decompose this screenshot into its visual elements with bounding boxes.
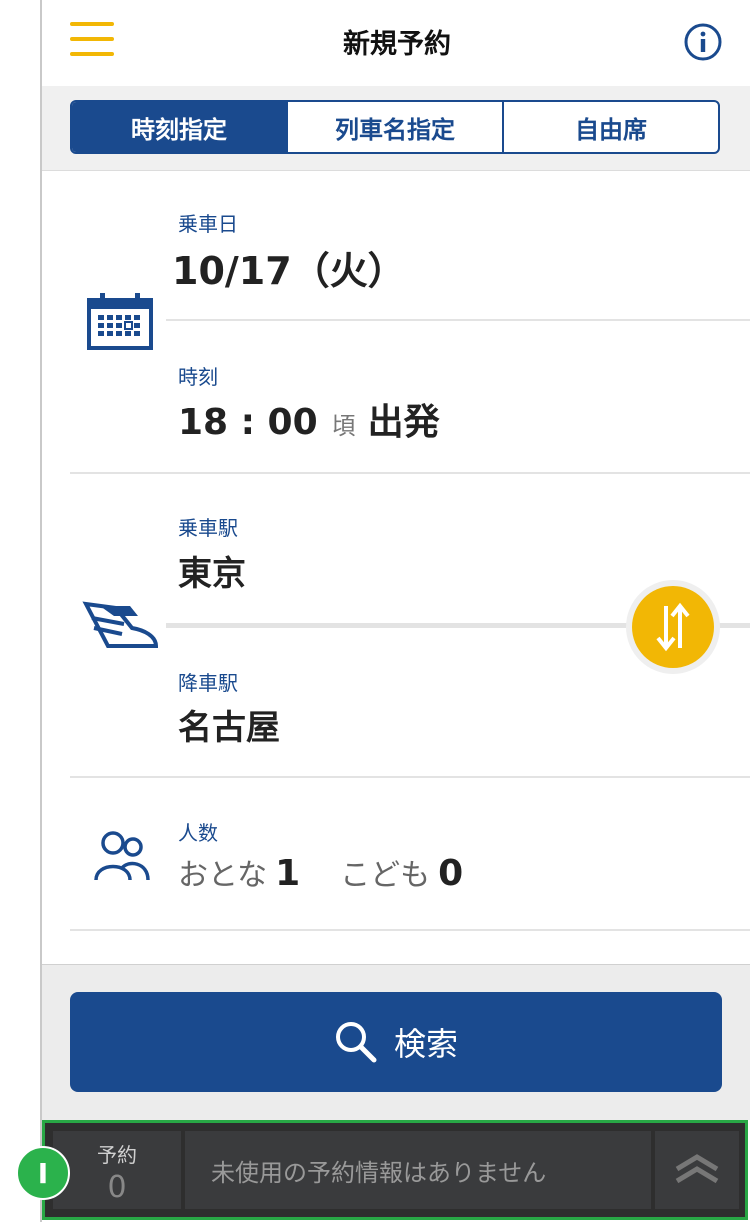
tab-train-name[interactable]: 列車名指定 (286, 102, 502, 152)
train-icon (82, 601, 159, 648)
reservation-message: 未使用の予約情報はありません (185, 1131, 651, 1209)
date-value[interactable]: 10/17（火） (172, 240, 406, 295)
reservation-bar[interactable]: 予約 0 未使用の予約情報はありません (42, 1120, 748, 1220)
info-icon[interactable] (684, 23, 722, 61)
divider (166, 319, 750, 321)
reservation-label: 予約 (97, 1143, 137, 1167)
search-label: 検索 (393, 1025, 458, 1063)
divider (70, 472, 750, 474)
time-mode: 出発 (367, 402, 440, 443)
tab-bar: 時刻指定 列車名指定 自由席 (42, 86, 750, 171)
swap-icon (656, 602, 690, 652)
adult-count: 1 (275, 853, 301, 894)
annotation-badge: I (16, 1146, 70, 1200)
search-button[interactable]: 検索 (70, 992, 722, 1092)
chevron-up-icon (675, 1154, 719, 1184)
time-approx: 頃 (331, 412, 356, 440)
child-count: 0 (438, 853, 464, 894)
adult-label: おとな (178, 858, 268, 893)
time-label: 時刻 (178, 365, 218, 389)
people-icon (94, 831, 150, 881)
calendar-icon (87, 293, 153, 350)
time-value: 18 : 00 (178, 402, 318, 443)
divider (70, 776, 750, 778)
divider (70, 929, 750, 931)
tab-time[interactable]: 時刻指定 (72, 102, 286, 152)
search-icon (335, 1022, 377, 1063)
to-label: 降車駅 (178, 671, 238, 695)
header: 新規予約 (42, 0, 750, 87)
reservation-count-box: 予約 0 (53, 1131, 181, 1209)
from-station[interactable]: 東京 (178, 546, 246, 595)
date-label: 乗車日 (178, 212, 238, 236)
reservation-count: 0 (107, 1170, 127, 1205)
to-station[interactable]: 名古屋 (178, 700, 280, 749)
tab-non-reserved[interactable]: 自由席 (502, 102, 718, 152)
passengers-label: 人数 (178, 821, 218, 845)
app-frame: 新規予約 時刻指定 列車名指定 自由席 乗車日 10/17（火） 時刻 18 :… (40, 0, 750, 1222)
expand-button[interactable] (655, 1131, 739, 1209)
page-title: 新規予約 (343, 29, 451, 60)
child-label: こども (340, 858, 431, 893)
time-selector[interactable]: 18 : 00 頃出発 (178, 393, 440, 445)
from-label: 乗車駅 (178, 516, 238, 540)
swap-stations-button[interactable] (626, 580, 720, 674)
search-mode-tabs: 時刻指定 列車名指定 自由席 (70, 100, 720, 154)
passenger-selector[interactable]: おとな 1 こども 0 (178, 850, 503, 894)
